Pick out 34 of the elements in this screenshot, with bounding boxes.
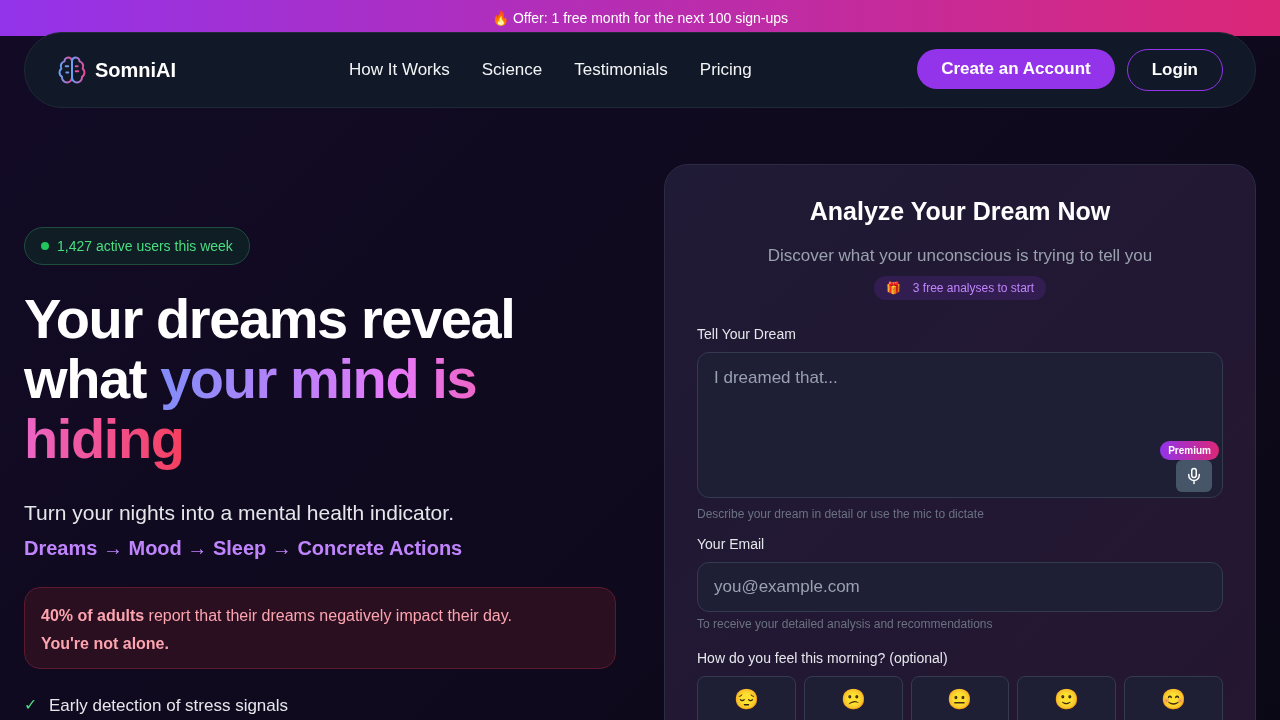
stat-emphasis: You're not alone. — [41, 633, 170, 654]
form-subtitle: Discover what your unconscious is trying to tell you — [766, 244, 1154, 267]
brain-logo-icon — [57, 55, 87, 85]
nav-link[interactable]: Testimonials — [574, 57, 668, 83]
hero-subtitle: Turn your nights into a mental health indicator. — [24, 500, 455, 526]
mood-option[interactable]: 😕 — [803, 676, 903, 720]
microphone-button[interactable] — [1176, 460, 1212, 492]
nav-link[interactable]: Science — [481, 57, 543, 83]
email-input[interactable]: you@example.com — [697, 562, 1223, 612]
dream-label: Tell Your Dream — [697, 325, 797, 344]
mood-option[interactable]: 🙂 — [1017, 676, 1117, 720]
mood-label: How do you feel this morning? (optional) — [697, 649, 949, 668]
nav-link[interactable]: Pricing — [699, 57, 752, 83]
free-analyses-text: 3 free analyses to start — [912, 280, 1035, 296]
mood-option[interactable]: 😔 — [697, 676, 796, 720]
stat-text: 40% of adults report that their dreams negatively impact their day. — [41, 605, 513, 626]
create-account-button[interactable]: Create an Account — [917, 49, 1115, 89]
email-hint: To receive your detailed analysis and recommendations — [697, 616, 994, 632]
mood-option[interactable]: 😊 — [1124, 676, 1223, 720]
email-label: Your Email — [697, 535, 766, 554]
check-icon: ✓ — [24, 693, 37, 718]
gift-icon: 🎁 — [885, 280, 901, 296]
form-title: Analyze Your Dream Now — [808, 196, 1112, 227]
flow-text: Dreams → Mood → Sleep → Concrete Actions — [24, 535, 464, 561]
offer-text: Offer: 1 free month for the next 100 sign-ups — [512, 9, 789, 28]
mood-option[interactable]: 😐 — [910, 676, 1010, 720]
premium-badge: Premium — [1160, 441, 1219, 460]
fire-icon: 🔥 — [491, 8, 509, 28]
nav-link[interactable]: How It Works — [349, 57, 450, 83]
active-users-text: 1,427 active users this week — [57, 237, 233, 256]
brand-name: SomniAI — [95, 58, 177, 83]
microphone-icon — [1185, 467, 1203, 485]
feature-text: Early detection of stress signals — [49, 694, 289, 717]
dream-hint: Describe your dream in detail or use the mic to dictate — [697, 506, 985, 522]
